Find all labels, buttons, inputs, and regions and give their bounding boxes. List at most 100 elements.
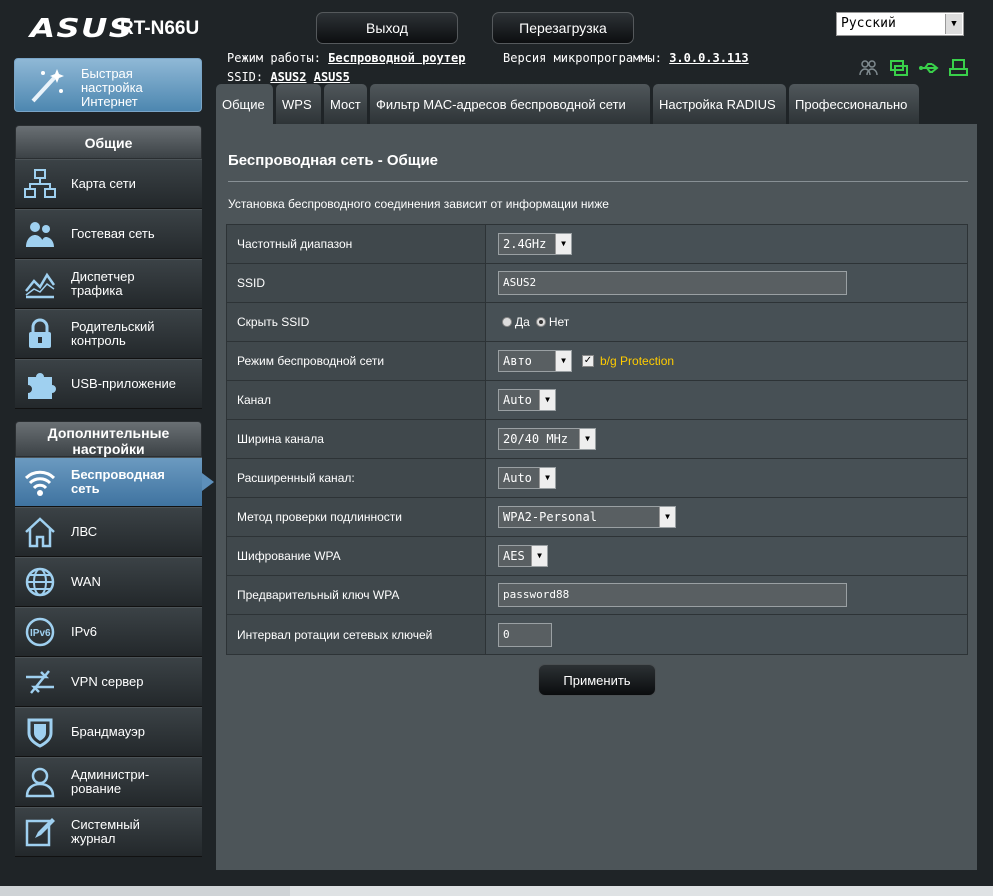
tab-wps[interactable]: WPS: [276, 84, 321, 124]
printer-icon[interactable]: [948, 58, 969, 78]
bandwidth-select[interactable]: 20/40 MHz ▼: [498, 428, 596, 450]
logout-button[interactable]: Выход: [316, 12, 458, 44]
sidebar-item-firewall[interactable]: Брандмауэр: [15, 707, 202, 757]
rotation-input[interactable]: 0: [498, 622, 552, 647]
sidebar-item-label: Беспроводная сеть: [71, 467, 165, 496]
settings-table: Частотный диапазон 2.4GHz ▼ SSID ASUS2 Ск…: [226, 224, 968, 655]
general-menu: Карта сети Гостевая сеть Диспетчер трафи…: [15, 159, 202, 409]
ssid-info: SSID: ASUS2 ASUS5: [227, 70, 350, 84]
svg-text:IPv6: IPv6: [30, 628, 51, 639]
psk-label: Предварительный ключ WPA: [227, 576, 486, 614]
radio-selected-icon: [535, 317, 546, 327]
sidebar-item-label: Родительский контроль: [71, 319, 155, 348]
chevron-down-icon: ▼: [579, 429, 595, 449]
auth-select[interactable]: WPA2-Personal ▼: [498, 506, 676, 528]
home-icon: [23, 515, 57, 549]
ssid-info-label: SSID:: [227, 70, 264, 84]
mode-link[interactable]: Беспроводной роутер: [328, 51, 465, 65]
clients-icon[interactable]: [858, 58, 879, 78]
hide-ssid-no[interactable]: Нет: [535, 315, 570, 329]
fw-link[interactable]: 3.0.0.3.113: [669, 51, 748, 65]
divider: [228, 181, 968, 182]
active-indicator: [202, 473, 214, 491]
sidebar-item-ipv6[interactable]: IPv6 IPv6: [15, 607, 202, 657]
sidebar-item-guest-network[interactable]: Гостевая сеть: [15, 209, 202, 259]
tab-general[interactable]: Общие: [216, 84, 273, 124]
sidebar-item-wan[interactable]: WAN: [15, 557, 202, 607]
mode-label: Режим работы:: [227, 51, 321, 65]
encryption-select[interactable]: AES ▼: [498, 545, 548, 567]
sidebar-item-usb-app[interactable]: USB-приложение: [15, 359, 202, 409]
sidebar-item-parental-control[interactable]: Родительский контроль: [15, 309, 202, 359]
row-ssid: SSID ASUS2: [227, 264, 967, 303]
page-description: Установка беспроводного соединения завис…: [228, 197, 609, 211]
radio-icon: [502, 317, 512, 327]
tab-bar: Общие WPS Мост Фильтр MAC-адресов беспро…: [216, 84, 919, 124]
hide-ssid-yes[interactable]: Да: [502, 315, 530, 329]
ssid-link-1[interactable]: ASUS2: [270, 70, 306, 84]
row-bandwidth: Ширина канала 20/40 MHz ▼: [227, 420, 967, 459]
traffic-manager-icon: [23, 267, 57, 301]
mode-select[interactable]: Авто ▼: [498, 350, 572, 372]
chevron-down-icon: ▼: [555, 234, 571, 254]
bg-protection-label: b/g Protection: [600, 354, 675, 368]
puzzle-icon: [23, 367, 57, 401]
page-title: Беспроводная сеть - Общие: [228, 152, 439, 169]
ssid-label: SSID: [227, 264, 486, 302]
model-name: RT-N66U: [120, 18, 200, 39]
sidebar-item-network-map[interactable]: Карта сети: [15, 159, 202, 209]
row-hide-ssid: Скрыть SSID Да Нет: [227, 303, 967, 342]
globe-icon: [23, 565, 57, 599]
edit-log-icon: [23, 815, 57, 849]
tab-mac-filter[interactable]: Фильтр MAC-адресов беспроводной сети: [370, 84, 650, 124]
operation-mode: Режим работы: Беспроводной роутер: [227, 51, 465, 65]
row-band: Частотный диапазон 2.4GHz ▼: [227, 225, 967, 264]
sidebar-item-administration[interactable]: Администри-рование: [15, 757, 202, 807]
horizontal-scrollbar-track[interactable]: [290, 886, 993, 896]
usb-icon[interactable]: [918, 58, 939, 78]
encryption-value: AES: [503, 549, 525, 563]
section-general: Общие: [15, 125, 202, 159]
ssid-input[interactable]: ASUS2: [498, 271, 847, 295]
sidebar-item-label: Брандмауэр: [71, 724, 145, 739]
band-value: 2.4GHz: [503, 237, 547, 251]
mode-label: Режим беспроводной сети: [227, 342, 486, 380]
band-select[interactable]: 2.4GHz ▼: [498, 233, 572, 255]
vpn-icon: [23, 665, 57, 699]
ext-channel-label: Расширенный канал:: [227, 459, 486, 497]
sidebar-item-label: ЛВС: [71, 524, 98, 539]
ext-channel-select[interactable]: Auto ▼: [498, 467, 556, 489]
row-encryption: Шифрование WPA AES ▼: [227, 537, 967, 576]
sidebar-item-syslog[interactable]: Системный журнал: [15, 807, 202, 857]
lock-icon: [23, 317, 57, 351]
radio-no-label: Нет: [548, 315, 570, 329]
apply-button[interactable]: Применить: [538, 664, 656, 696]
reboot-button[interactable]: Перезагрузка: [492, 12, 634, 44]
chevron-down-icon: ▼: [659, 507, 675, 527]
psk-input[interactable]: password88: [498, 583, 847, 607]
auth-label: Метод проверки подлинности: [227, 498, 486, 536]
sidebar-item-traffic-manager[interactable]: Диспетчер трафика: [15, 259, 202, 309]
tab-professional[interactable]: Профессионально: [789, 84, 919, 124]
sidebar-item-wireless[interactable]: Беспроводная сеть: [15, 457, 202, 507]
sidebar-item-vpn[interactable]: VPN сервер: [15, 657, 202, 707]
network-icon[interactable]: [888, 58, 909, 78]
ssid-link-2[interactable]: ASUS5: [314, 70, 350, 84]
tab-radius[interactable]: Настройка RADIUS: [653, 84, 786, 124]
sidebar-item-lan[interactable]: ЛВС: [15, 507, 202, 557]
tab-bridge[interactable]: Мост: [324, 84, 367, 124]
sidebar-item-label: VPN сервер: [71, 674, 144, 689]
language-select[interactable]: Русский ▼: [836, 12, 964, 36]
bg-protection-checkbox[interactable]: ✓: [582, 355, 594, 367]
band-label: Частотный диапазон: [227, 225, 486, 263]
hide-ssid-label: Скрыть SSID: [227, 303, 486, 341]
channel-select[interactable]: Auto ▼: [498, 389, 556, 411]
shield-icon: [23, 715, 57, 749]
quick-setup-button[interactable]: Быстрая настройка Интернет: [14, 58, 202, 112]
ext-channel-value: Auto: [503, 471, 532, 485]
row-channel: Канал Auto ▼: [227, 381, 967, 420]
horizontal-scrollbar-thumb[interactable]: [0, 886, 290, 896]
encryption-label: Шифрование WPA: [227, 537, 486, 575]
user-icon: [23, 765, 57, 799]
wireless-icon: [23, 465, 57, 499]
